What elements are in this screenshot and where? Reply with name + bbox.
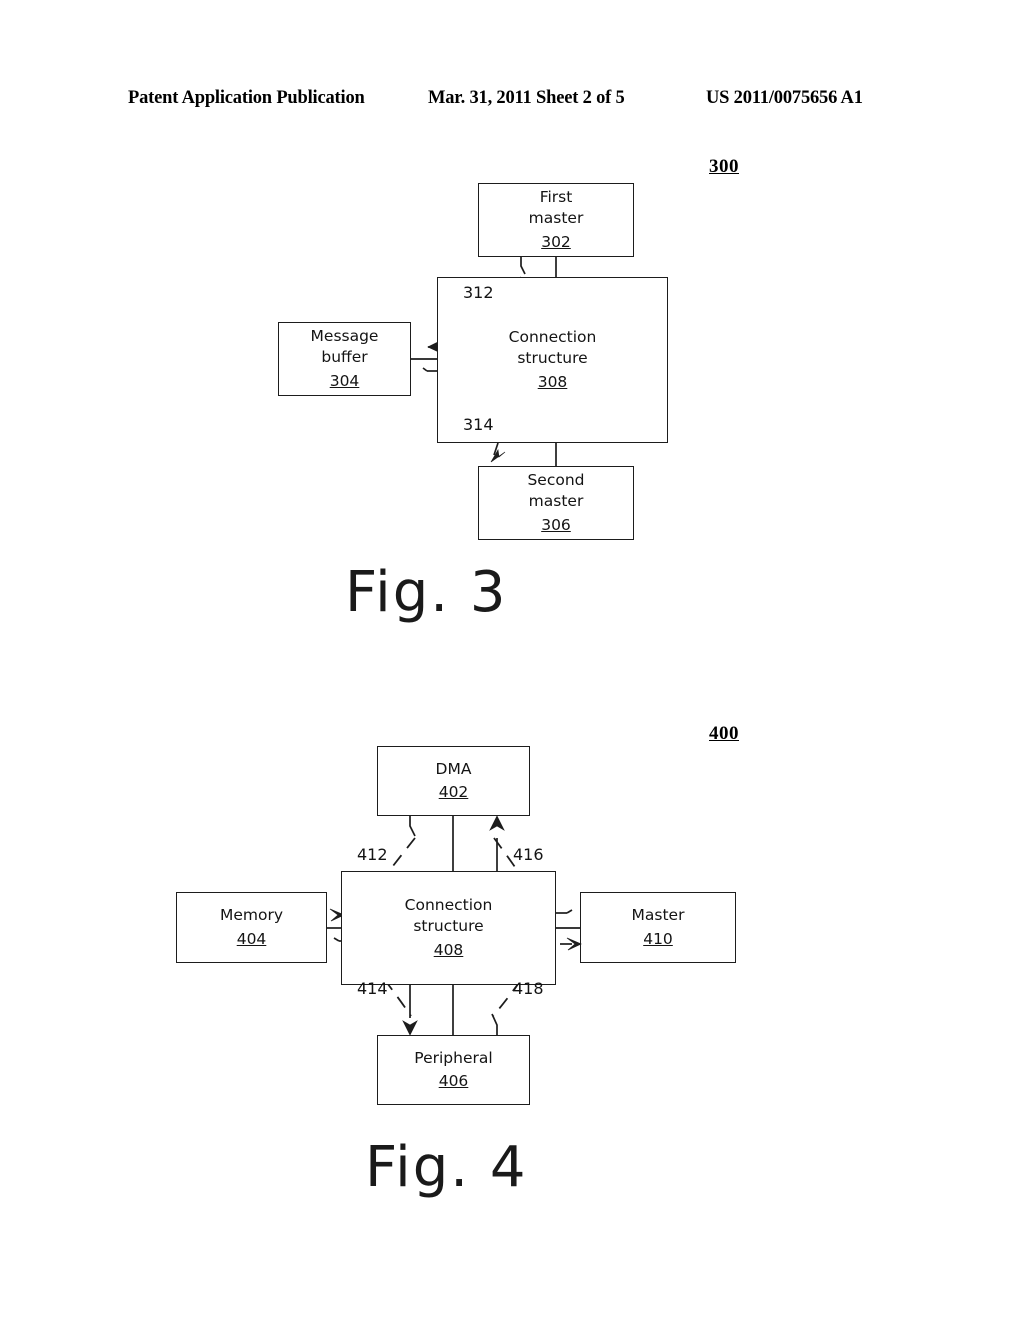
fig4-arc-label-416: 416 xyxy=(513,845,544,864)
fig3-arc-label-312: 312 xyxy=(463,283,494,302)
fig4-arc-label-412: 412 xyxy=(357,845,388,864)
fig3-first-master-number: 302 xyxy=(541,232,571,251)
fig4-connection-structure-number: 408 xyxy=(433,940,464,959)
fig3-connection-structure-number: 308 xyxy=(537,372,568,391)
fig4-arrowhead-dma xyxy=(489,815,505,831)
fig3-reference-numeral: 300 xyxy=(709,156,739,177)
fig3-caption: Fig. 3 xyxy=(345,560,508,625)
fig3-message-buffer-number: 304 xyxy=(329,371,360,390)
header-publication-label: Patent Application Publication xyxy=(128,88,365,108)
fig4-caption: Fig. 4 xyxy=(365,1135,528,1200)
fig4-connection-structure-line-2: structure xyxy=(413,917,484,936)
fig4-tick-peripheral-right xyxy=(491,1013,498,1035)
fig3-box-message-buffer: Message buffer 304 xyxy=(278,322,411,396)
fig4-box-memory: Memory 404 xyxy=(176,892,327,963)
fig4-box-dma: DMA 402 xyxy=(377,746,530,816)
fig3-arrowhead-second-master xyxy=(490,448,506,463)
fig4-peripheral-line-1: Peripheral xyxy=(414,1048,493,1067)
fig4-arrowhead-peripheral xyxy=(402,1020,418,1036)
fig4-box-connection-structure: Connection structure 408 xyxy=(341,871,556,985)
fig4-box-master: Master 410 xyxy=(580,892,736,963)
fig4-dma-number: 402 xyxy=(438,783,469,801)
patent-drawing-sheet: Patent Application Publication Mar. 31, … xyxy=(0,0,1024,1320)
fig4-memory-line-1: Memory xyxy=(219,906,284,925)
fig4-arc-label-414: 414 xyxy=(357,979,388,998)
fig4-tick-dma-left xyxy=(409,816,416,837)
fig3-connection-structure-line-1: Connection xyxy=(508,327,597,346)
fig3-first-master-line-2: master xyxy=(528,209,584,228)
fig3-box-first-master: First master 302 xyxy=(478,183,634,257)
fig3-second-master-line-2: master xyxy=(528,492,584,511)
fig3-box-second-master: Second master 306 xyxy=(478,466,634,540)
fig4-master-number: 410 xyxy=(643,929,673,948)
fig3-message-buffer-line-2: buffer xyxy=(321,348,368,367)
fig3-second-master-line-1: Second xyxy=(527,470,585,489)
fig3-connection-structure-line-2: structure xyxy=(517,349,588,368)
fig4-peripheral-number: 406 xyxy=(438,1072,469,1090)
fig3-second-master-number: 306 xyxy=(541,515,571,534)
header-publication-number: US 2011/0075656 A1 xyxy=(706,88,863,108)
page-header: Patent Application Publication Mar. 31, … xyxy=(0,88,1024,114)
fig4-master-line-1: Master xyxy=(631,906,685,925)
fig3-tick-first-master xyxy=(520,257,526,275)
fig4-reference-numeral: 400 xyxy=(709,723,739,744)
fig4-arc-label-418: 418 xyxy=(513,979,544,998)
fig3-first-master-line-1: First xyxy=(539,187,573,206)
fig4-box-peripheral: Peripheral 406 xyxy=(377,1035,530,1105)
fig4-arrowhead-master xyxy=(566,937,582,951)
fig3-message-buffer-line-1: Message xyxy=(310,326,379,345)
fig4-dma-line-1: DMA xyxy=(435,759,472,778)
fig4-memory-number: 404 xyxy=(236,929,267,948)
fig4-connection-structure-line-1: Connection xyxy=(404,895,493,914)
fig3-arc-label-314: 314 xyxy=(463,415,494,434)
header-date-sheet: Mar. 31, 2011 Sheet 2 of 5 xyxy=(428,88,625,108)
